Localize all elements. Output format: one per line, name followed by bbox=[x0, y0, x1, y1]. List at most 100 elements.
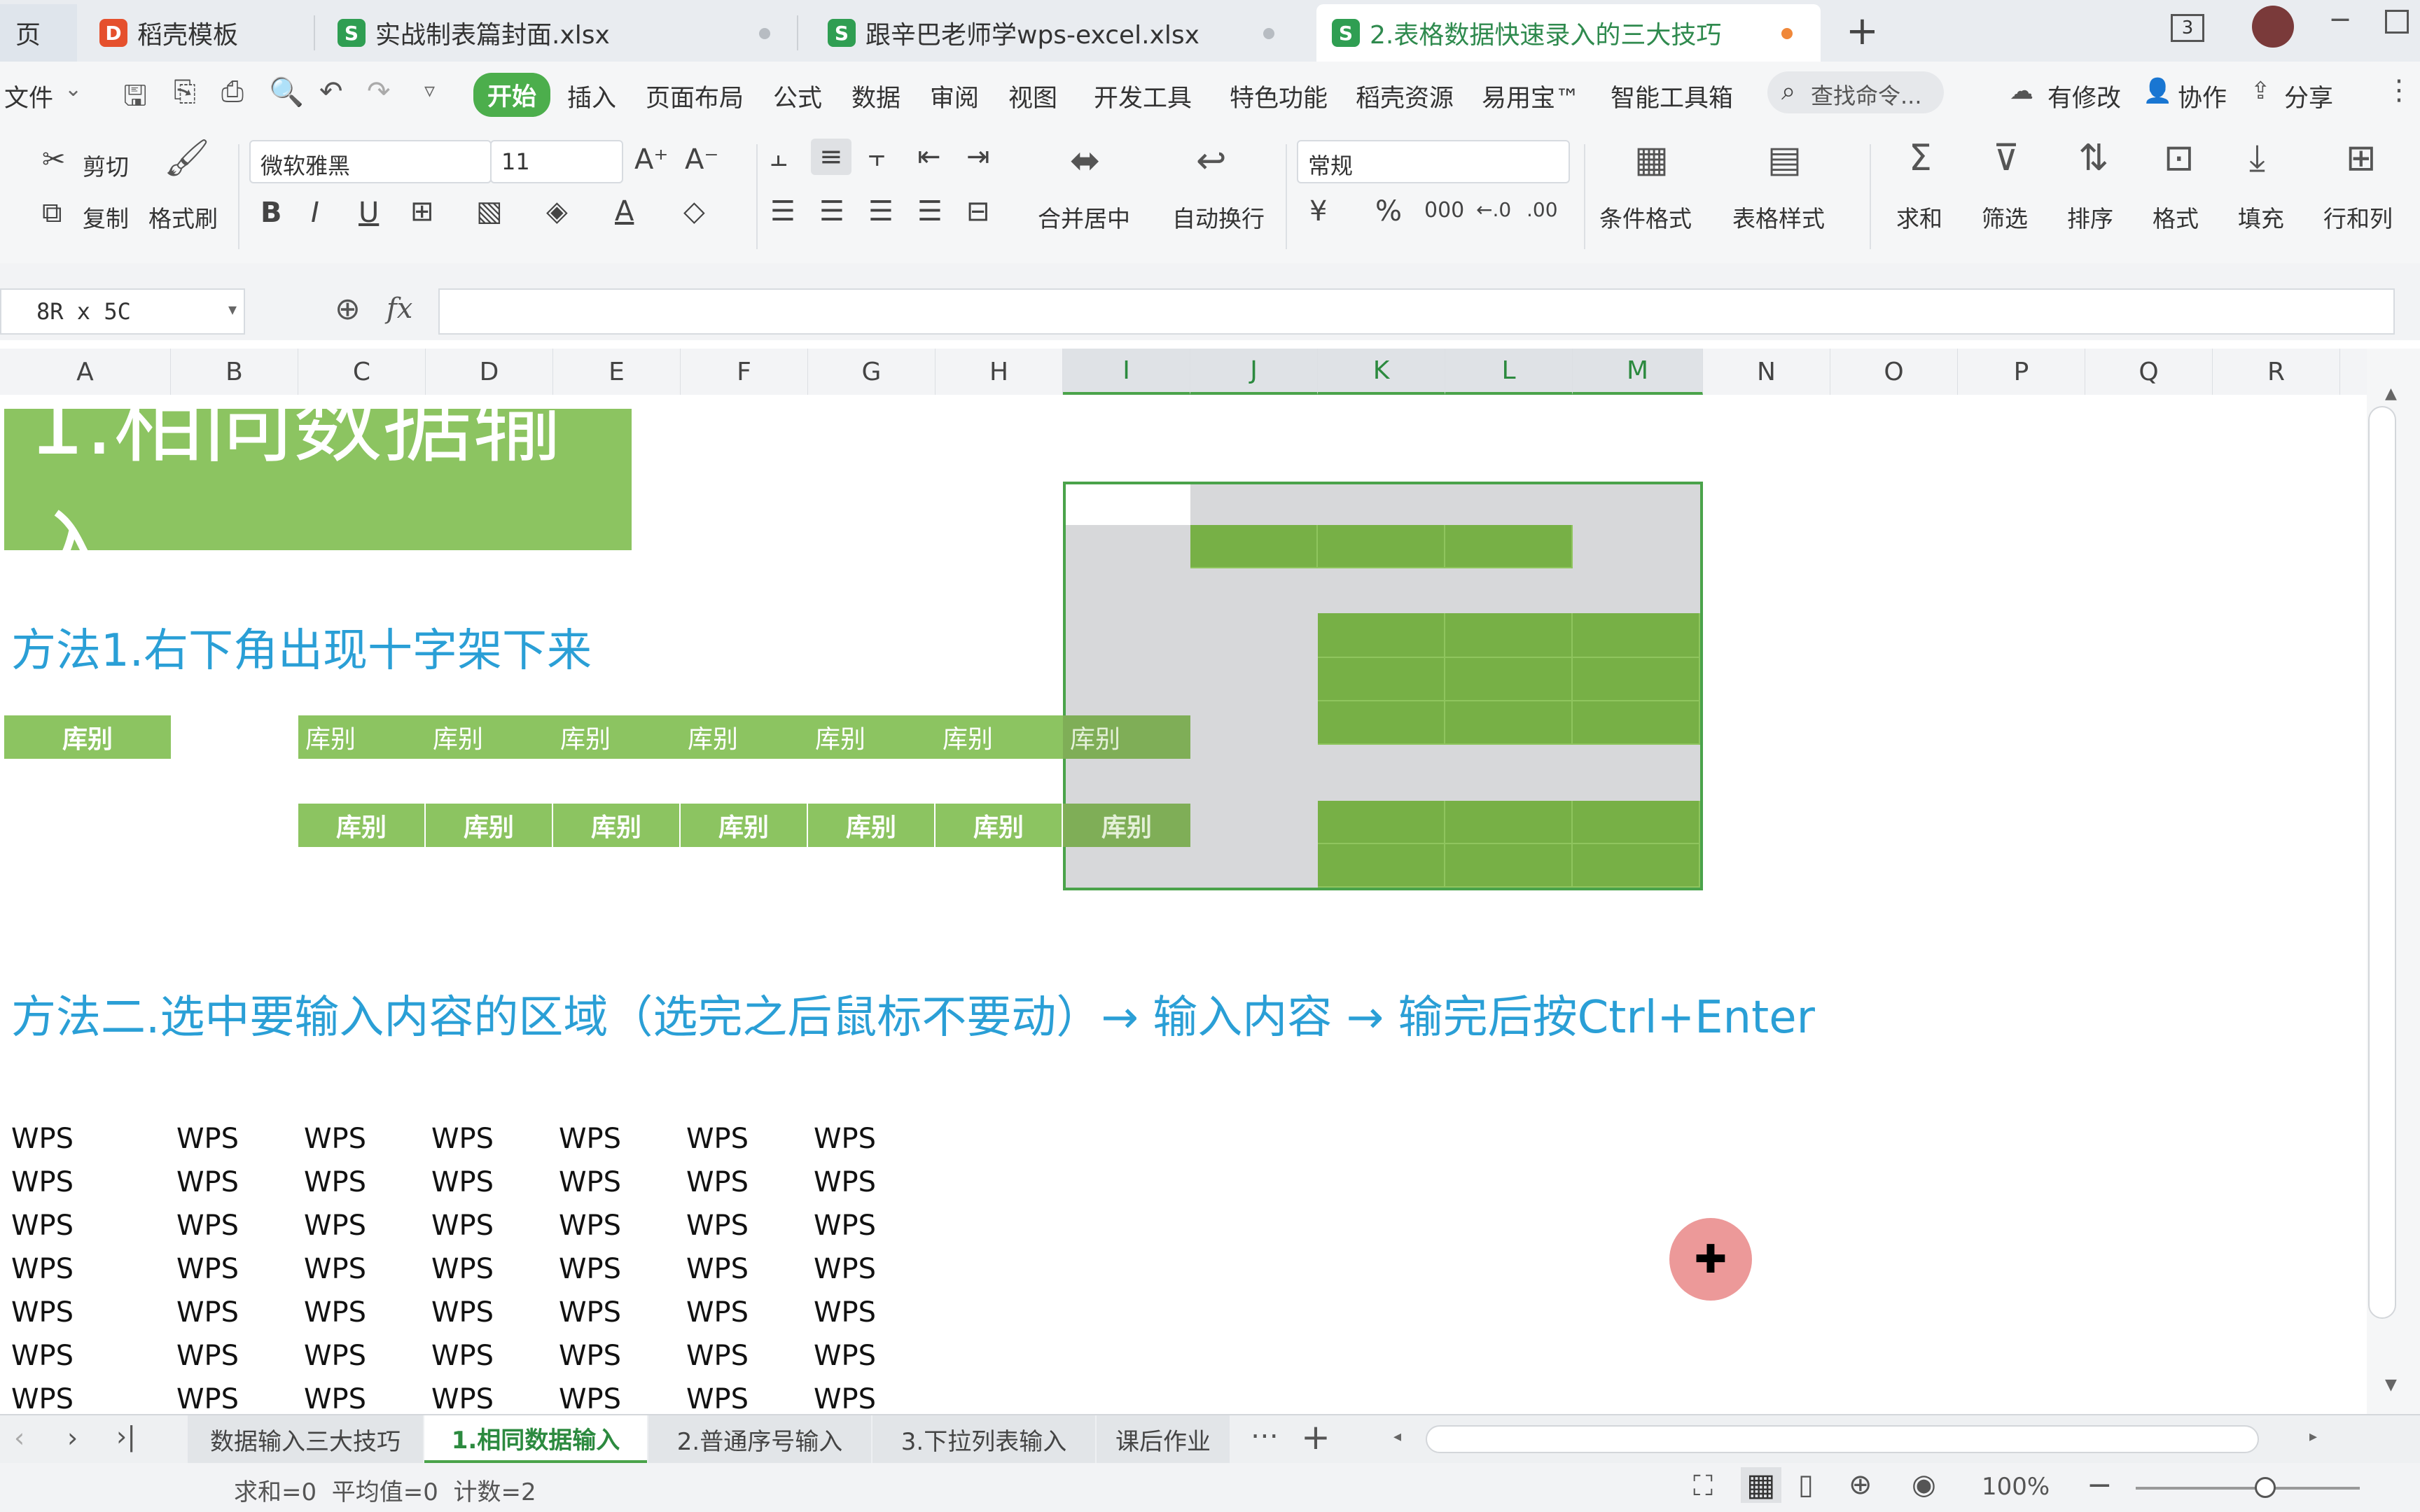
row-col-button[interactable]: 行和列 bbox=[2323, 200, 2393, 234]
thousands-icon[interactable]: 000 bbox=[1424, 200, 1464, 221]
normal-view-icon[interactable]: ▦ bbox=[1741, 1467, 1781, 1503]
column-header-i[interactable]: I bbox=[1063, 349, 1190, 395]
format-painter-button[interactable]: 格式刷 bbox=[148, 200, 218, 234]
save-icon[interactable]: 🖫 bbox=[123, 76, 147, 123]
format-button[interactable]: 格式 bbox=[2153, 200, 2199, 234]
print-preview-icon[interactable]: 🔍 bbox=[269, 76, 304, 108]
increase-font-icon[interactable]: A⁺ bbox=[634, 146, 668, 174]
sum-button[interactable]: 求和 bbox=[1896, 200, 1942, 234]
formula-input[interactable] bbox=[438, 288, 2395, 335]
column-header-q[interactable]: Q bbox=[2085, 349, 2213, 395]
fx-icon[interactable]: fx bbox=[387, 293, 412, 325]
export-icon[interactable]: ⎘ bbox=[174, 76, 196, 108]
zoom-icon[interactable]: ⊕ bbox=[335, 291, 361, 327]
font-color-icon[interactable]: A bbox=[615, 197, 634, 225]
print-icon[interactable]: ⎙ bbox=[221, 76, 244, 108]
new-tab-plus-icon[interactable]: + bbox=[1846, 8, 1879, 54]
next-sheet-icon[interactable]: › bbox=[67, 1422, 78, 1453]
redo-icon[interactable]: ↷ bbox=[367, 76, 391, 108]
more-vertical-icon[interactable]: ⋮ bbox=[2385, 74, 2413, 106]
more-sheets-icon[interactable]: ⋯ bbox=[1251, 1420, 1279, 1452]
has-changes-button[interactable]: 有修改 bbox=[2047, 78, 2121, 114]
increase-indent-icon[interactable]: ⇥ bbox=[966, 143, 990, 171]
italic-icon[interactable]: I bbox=[311, 199, 319, 227]
menu-formulas[interactable]: 公式 bbox=[773, 78, 822, 114]
tab-docer-templates[interactable]: D 稻壳模板 bbox=[84, 4, 315, 62]
scroll-right-icon[interactable]: ▸ bbox=[2309, 1428, 2317, 1446]
collaborate-button[interactable]: 协作 bbox=[2178, 78, 2227, 114]
page-break-view-icon[interactable]: ⊕ bbox=[1849, 1469, 1872, 1501]
align-bottom-icon[interactable]: ⫟ bbox=[868, 143, 885, 171]
wrap-text-button[interactable]: 自动换行 bbox=[1172, 200, 1265, 234]
increase-decimal-icon[interactable]: ←.0 bbox=[1476, 200, 1511, 220]
align-right-icon[interactable]: ☰ bbox=[868, 197, 893, 225]
menu-smart-toolbox[interactable]: 智能工具箱 bbox=[1611, 78, 1733, 114]
sheet-tab[interactable]: 2.普通序号输入 bbox=[648, 1415, 871, 1463]
minimize-icon[interactable]: ─ bbox=[2332, 4, 2349, 36]
menu-home[interactable]: 开始 bbox=[473, 73, 551, 117]
fullscreen-icon[interactable]: ⛶ bbox=[1693, 1470, 1713, 1502]
add-sheet-icon[interactable]: + bbox=[1301, 1417, 1330, 1457]
border-icon[interactable]: ⊞ bbox=[410, 197, 434, 225]
align-top-icon[interactable]: ⫠ bbox=[770, 143, 787, 171]
scroll-down-icon[interactable]: ▼ bbox=[2385, 1376, 2397, 1394]
scroll-up-icon[interactable]: ▲ bbox=[2385, 385, 2397, 402]
name-box-chevron-icon[interactable]: ▾ bbox=[228, 300, 237, 319]
column-header-d[interactable]: D bbox=[426, 349, 553, 395]
sheet-tab[interactable]: 3.下拉列表输入 bbox=[872, 1415, 1095, 1463]
last-sheet-icon[interactable]: ›| bbox=[116, 1421, 136, 1452]
filter-button[interactable]: 筛选 bbox=[1982, 200, 2028, 234]
copy-button[interactable]: 复制 bbox=[83, 200, 129, 234]
column-header-b[interactable]: B bbox=[171, 349, 298, 395]
active-cell[interactable] bbox=[1066, 484, 1190, 525]
tab-home[interactable]: 页 bbox=[0, 4, 77, 62]
eraser-icon[interactable]: ◇ bbox=[683, 197, 705, 225]
share-button[interactable]: 分享 bbox=[2284, 78, 2333, 114]
percent-icon[interactable]: % bbox=[1375, 197, 1402, 225]
menu-review[interactable]: 审阅 bbox=[930, 78, 979, 114]
column-header-e[interactable]: E bbox=[553, 349, 681, 395]
font-name-select[interactable]: 微软雅黑 bbox=[249, 140, 492, 183]
zoom-slider-track[interactable] bbox=[2136, 1487, 2360, 1490]
cell-fill-pattern-icon[interactable]: ▧ bbox=[476, 197, 503, 225]
merge-center-button[interactable]: 合并居中 bbox=[1038, 200, 1130, 234]
distributed-icon[interactable]: ⊟ bbox=[966, 197, 990, 225]
maximize-icon[interactable] bbox=[2385, 10, 2409, 34]
sheet-tab[interactable]: 数据输入三大技巧 bbox=[188, 1415, 423, 1463]
sort-button[interactable]: 排序 bbox=[2067, 200, 2113, 234]
fill-button[interactable]: 填充 bbox=[2238, 200, 2284, 234]
column-header-h[interactable]: H bbox=[936, 349, 1063, 395]
decrease-font-icon[interactable]: A⁻ bbox=[685, 146, 718, 174]
table-style-button[interactable]: 表格样式 bbox=[1732, 200, 1825, 234]
column-header-n[interactable]: N bbox=[1703, 349, 1830, 395]
chevron-down-icon[interactable]: ⌄ bbox=[64, 77, 82, 102]
undo-icon[interactable]: ↶ bbox=[319, 76, 343, 108]
conditional-format-button[interactable]: 条件格式 bbox=[1599, 200, 1692, 234]
zoom-out-icon[interactable]: − bbox=[2087, 1467, 2113, 1503]
menu-page-layout[interactable]: 页面布局 bbox=[646, 78, 744, 114]
menu-file[interactable]: 文件 bbox=[4, 78, 53, 114]
sheet-tab[interactable]: 课后作业 bbox=[1097, 1415, 1230, 1463]
column-header-l[interactable]: L bbox=[1445, 349, 1573, 395]
tab-file-active[interactable]: S 2.表格数据快速录入的三大技巧 bbox=[1316, 4, 1821, 62]
fill-color-icon[interactable]: ◈ bbox=[546, 197, 568, 225]
currency-icon[interactable]: ¥ bbox=[1309, 197, 1327, 225]
menu-insert[interactable]: 插入 bbox=[567, 78, 616, 114]
align-center-icon[interactable]: ☰ bbox=[819, 197, 844, 225]
menu-yiyongbao[interactable]: 易用宝™ bbox=[1482, 78, 1580, 114]
number-format-select[interactable]: 常规 bbox=[1297, 140, 1570, 183]
zoom-level[interactable]: 100% bbox=[1982, 1473, 2050, 1501]
menu-features[interactable]: 特色功能 bbox=[1230, 78, 1328, 114]
scrollbar-thumb[interactable] bbox=[2368, 406, 2396, 1319]
scroll-left-icon[interactable]: ◂ bbox=[1393, 1428, 1401, 1446]
column-header-p[interactable]: P bbox=[1958, 349, 2085, 395]
name-box[interactable]: 8R x 5C bbox=[0, 288, 245, 335]
column-header-a[interactable]: A bbox=[0, 349, 171, 395]
quick-access-chevron-icon[interactable]: ▿ bbox=[424, 78, 435, 103]
column-header-r[interactable]: R bbox=[2213, 349, 2340, 395]
align-middle-icon[interactable]: ≡ bbox=[811, 139, 851, 175]
tab-file-cover[interactable]: S 实战制表篇封面.xlsx bbox=[322, 4, 798, 62]
bold-icon[interactable]: B bbox=[260, 199, 282, 227]
decrease-decimal-icon[interactable]: .00 bbox=[1527, 200, 1558, 220]
menu-data[interactable]: 数据 bbox=[851, 78, 900, 114]
